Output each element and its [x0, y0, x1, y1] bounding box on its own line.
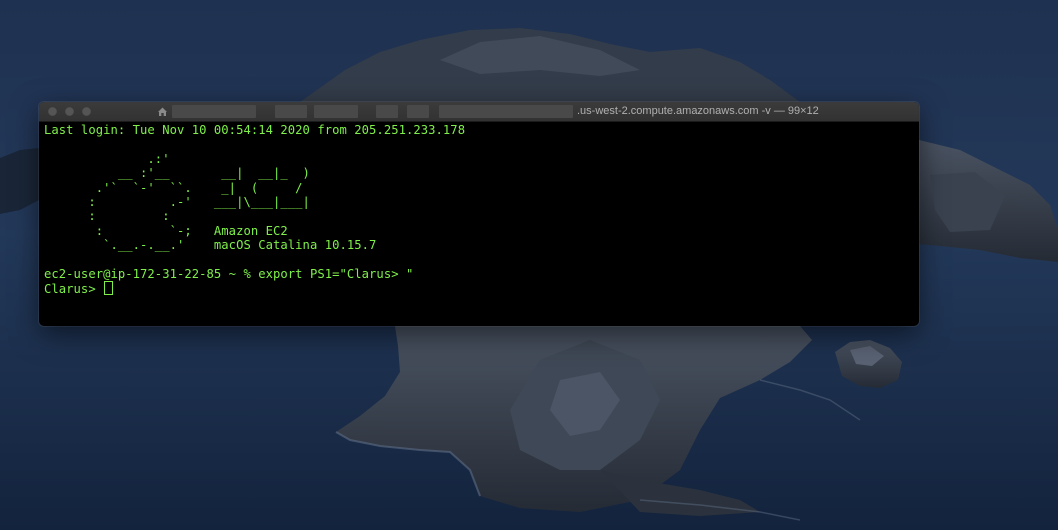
window-title: .us-west-2.compute.amazonaws.com -v — 99…	[577, 105, 819, 117]
redacted-hostname	[275, 105, 307, 118]
zoom-button[interactable]	[82, 107, 91, 116]
home-folder-icon	[158, 107, 167, 116]
terminal-window[interactable]: .us-west-2.compute.amazonaws.com -v — 99…	[39, 102, 919, 326]
terminal-line: ec2-user@ip-172-31-22-85 ~ % export PS1=…	[44, 266, 414, 281]
redacted-hostname	[172, 105, 256, 118]
prompt-line[interactable]: Clarus>	[44, 281, 914, 297]
terminal-line: .:'	[44, 151, 170, 166]
terminal-line: Last login: Tue Nov 10 00:54:14 2020 fro…	[44, 123, 466, 137]
redacted-hostname	[439, 105, 573, 118]
terminal-line: : :	[44, 209, 170, 224]
redacted-hostname	[314, 105, 358, 118]
terminal-line: __ :'__ __| __|_ )	[44, 166, 310, 181]
window-titlebar[interactable]: .us-west-2.compute.amazonaws.com -v — 99…	[39, 102, 919, 122]
minimize-button[interactable]	[65, 107, 74, 116]
close-button[interactable]	[48, 107, 57, 116]
redacted-hostname	[376, 105, 398, 118]
terminal-line: .'` `-' ``. _| ( /	[44, 180, 303, 195]
terminal-line: `.__.-.__.' macOS Catalina 10.15.7	[44, 238, 377, 253]
shell-prompt: Clarus>	[44, 282, 104, 297]
terminal-output[interactable]: Last login: Tue Nov 10 00:54:14 2020 fro…	[44, 123, 914, 323]
terminal-line: : .-' ___|\___|___|	[44, 194, 310, 209]
redacted-hostname	[407, 105, 429, 118]
text-cursor	[104, 281, 114, 296]
terminal-line: : `-; Amazon EC2	[44, 223, 288, 238]
